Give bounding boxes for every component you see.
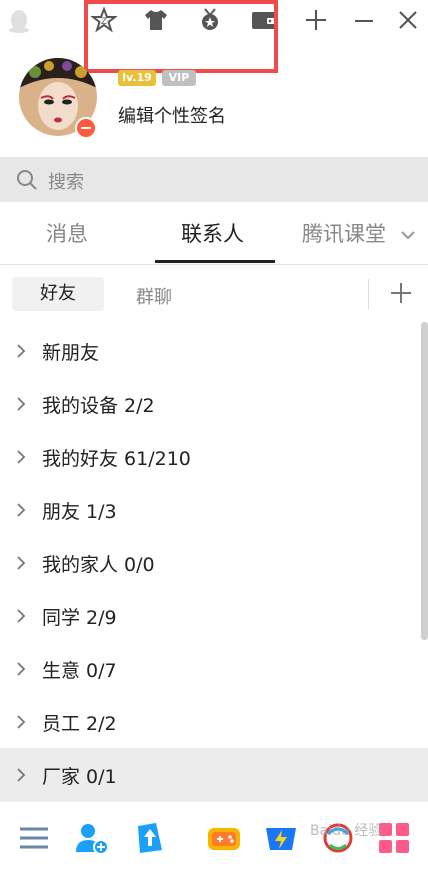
- profile-header: Z lv.19 VIP 编辑个性签名: [0, 0, 428, 157]
- subtab-friends[interactable]: 好友: [12, 277, 104, 311]
- search-input[interactable]: 搜索: [48, 168, 84, 194]
- active-tab-indicator: [155, 260, 275, 263]
- chevron-right-icon: [16, 767, 26, 787]
- group-row-business[interactable]: 生意 0/7: [0, 642, 428, 695]
- group-label: 新朋友: [42, 342, 100, 364]
- group-label: 员工 2/2: [42, 713, 117, 735]
- tab-messages[interactable]: 消息: [46, 218, 88, 248]
- vip-badge: VIP: [162, 70, 196, 86]
- level-badges: lv.19 VIP: [118, 70, 196, 88]
- chevron-right-icon: [16, 555, 26, 575]
- group-row-friends[interactable]: 朋友 1/3: [0, 483, 428, 536]
- main-tabs: 消息 联系人 腾讯课堂: [0, 202, 428, 265]
- group-row-family[interactable]: 我的家人 0/0: [0, 536, 428, 589]
- plus-icon[interactable]: [302, 6, 330, 34]
- chevron-right-icon: [16, 661, 26, 681]
- search-bar[interactable]: 搜索: [0, 157, 428, 202]
- chevron-right-icon: [16, 449, 26, 469]
- minimize-icon[interactable]: [350, 6, 378, 34]
- tab-tencent-classroom[interactable]: 腾讯课堂: [302, 218, 386, 248]
- group-row-classmates[interactable]: 同学 2/9: [0, 589, 428, 642]
- add-friend-icon[interactable]: [74, 820, 110, 856]
- signature-text[interactable]: 编辑个性签名: [118, 102, 226, 128]
- chevron-right-icon: [16, 714, 26, 734]
- chevron-down-icon[interactable]: [400, 226, 416, 245]
- add-contact-button[interactable]: [388, 280, 414, 306]
- tab-contacts[interactable]: 联系人: [181, 218, 244, 248]
- contact-subtabs: 好友 群聊: [0, 265, 428, 323]
- chevron-right-icon: [16, 608, 26, 628]
- group-label: 朋友 1/3: [42, 501, 117, 523]
- scrollbar[interactable]: [421, 322, 428, 640]
- group-row-employees[interactable]: 员工 2/2: [0, 695, 428, 748]
- group-row-my-friends[interactable]: 我的好友 61/210: [0, 430, 428, 483]
- group-label: 我的设备 2/2: [42, 395, 155, 417]
- file-transfer-icon[interactable]: [132, 820, 168, 856]
- group-row-my-devices[interactable]: 我的设备 2/2: [0, 377, 428, 430]
- divider: [368, 279, 369, 309]
- menu-icon[interactable]: [16, 820, 52, 856]
- highlight-annotation-box: [84, 0, 278, 73]
- group-label: 生意 0/7: [42, 660, 117, 682]
- status-badge[interactable]: [75, 117, 97, 139]
- group-row-new-friends[interactable]: 新朋友: [0, 324, 428, 377]
- search-icon: [16, 169, 38, 195]
- group-label: 我的好友 61/210: [42, 448, 191, 470]
- contact-group-list: 新朋友 我的设备 2/2 我的好友 61/210 朋友 1/3 我的家人 0/0…: [0, 324, 428, 801]
- close-icon[interactable]: [394, 6, 422, 34]
- group-label: 厂家 0/1: [42, 766, 117, 788]
- group-row-manufacturers[interactable]: 厂家 0/1: [0, 748, 428, 801]
- group-label: 同学 2/9: [42, 607, 117, 629]
- subtab-groups[interactable]: 群聊: [136, 283, 172, 309]
- group-label: 我的家人 0/0: [42, 554, 155, 576]
- level-badge: lv.19: [118, 70, 156, 86]
- live-icon[interactable]: [262, 820, 298, 856]
- watermark: Baidu 经验: [310, 823, 383, 839]
- chevron-right-icon: [16, 396, 26, 416]
- chevron-right-icon: [16, 502, 26, 522]
- chevron-right-icon: [16, 343, 26, 363]
- game-icon[interactable]: [206, 820, 242, 856]
